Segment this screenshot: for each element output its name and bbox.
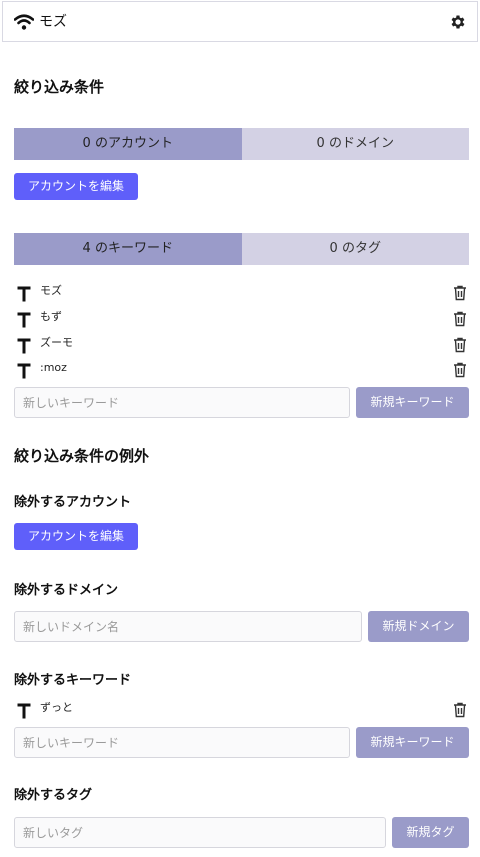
tab-tags[interactable]: 0 のタグ (241, 233, 469, 265)
trash-icon[interactable] (453, 702, 467, 718)
trash-icon[interactable] (453, 337, 467, 353)
edit-accounts-button[interactable]: アカウントを編集 (14, 173, 139, 200)
keyword-text: ズーモ (40, 336, 73, 349)
text-icon (17, 312, 31, 328)
tab-keywords[interactable]: 4 のキーワード (14, 233, 242, 265)
tab-accounts[interactable]: 0 のアカウント (14, 128, 242, 160)
new-tag-input[interactable] (14, 817, 386, 848)
trash-icon[interactable] (453, 311, 467, 327)
excluded-accounts-heading: 除外するアカウント (14, 495, 132, 510)
exceptions-heading: 絞り込み条件の例外 (14, 447, 150, 465)
keyword-item: モズ (14, 284, 469, 304)
keyword-item: ズーモ (14, 336, 469, 356)
keyword-item: もず (14, 310, 469, 330)
text-icon (17, 338, 31, 354)
excluded-keywords-heading: 除外するキーワード (14, 673, 132, 688)
text-icon (17, 286, 31, 302)
column-title: モズ (39, 14, 67, 30)
filter-heading: 絞り込み条件 (14, 78, 105, 96)
trash-icon[interactable] (453, 285, 467, 301)
column-header: モズ (2, 1, 478, 42)
add-keyword-button[interactable]: 新規キーワード (356, 387, 469, 418)
keyword-text: モズ (40, 284, 62, 297)
gear-icon[interactable] (449, 13, 467, 31)
add-domain-button[interactable]: 新規ドメイン (368, 611, 469, 642)
excluded-domains-heading: 除外するドメイン (14, 583, 119, 598)
keyword-text: ずっと (40, 701, 73, 714)
excluded-keyword-item: ずっと (14, 701, 469, 721)
account-domain-tabs: 0 のアカウント 0 のドメイン (14, 128, 469, 160)
keyword-item: :moz (14, 361, 469, 381)
new-excluded-keyword-input[interactable] (14, 727, 350, 758)
text-icon (17, 703, 31, 719)
add-tag-button[interactable]: 新規タグ (392, 817, 469, 848)
add-excluded-keyword-button[interactable]: 新規キーワード (356, 727, 469, 758)
tab-domains[interactable]: 0 のドメイン (241, 128, 469, 160)
new-domain-input[interactable] (14, 611, 362, 642)
keyword-text: :moz (40, 361, 67, 374)
text-icon (17, 363, 31, 379)
excluded-tags-heading: 除外するタグ (14, 788, 93, 803)
edit-excluded-accounts-button[interactable]: アカウントを編集 (14, 523, 139, 550)
new-keyword-input[interactable] (14, 387, 350, 418)
trash-icon[interactable] (453, 362, 467, 378)
keyword-tag-tabs: 4 のキーワード 0 のタグ (14, 233, 469, 265)
keyword-text: もず (40, 310, 62, 323)
wifi-icon (14, 14, 34, 30)
